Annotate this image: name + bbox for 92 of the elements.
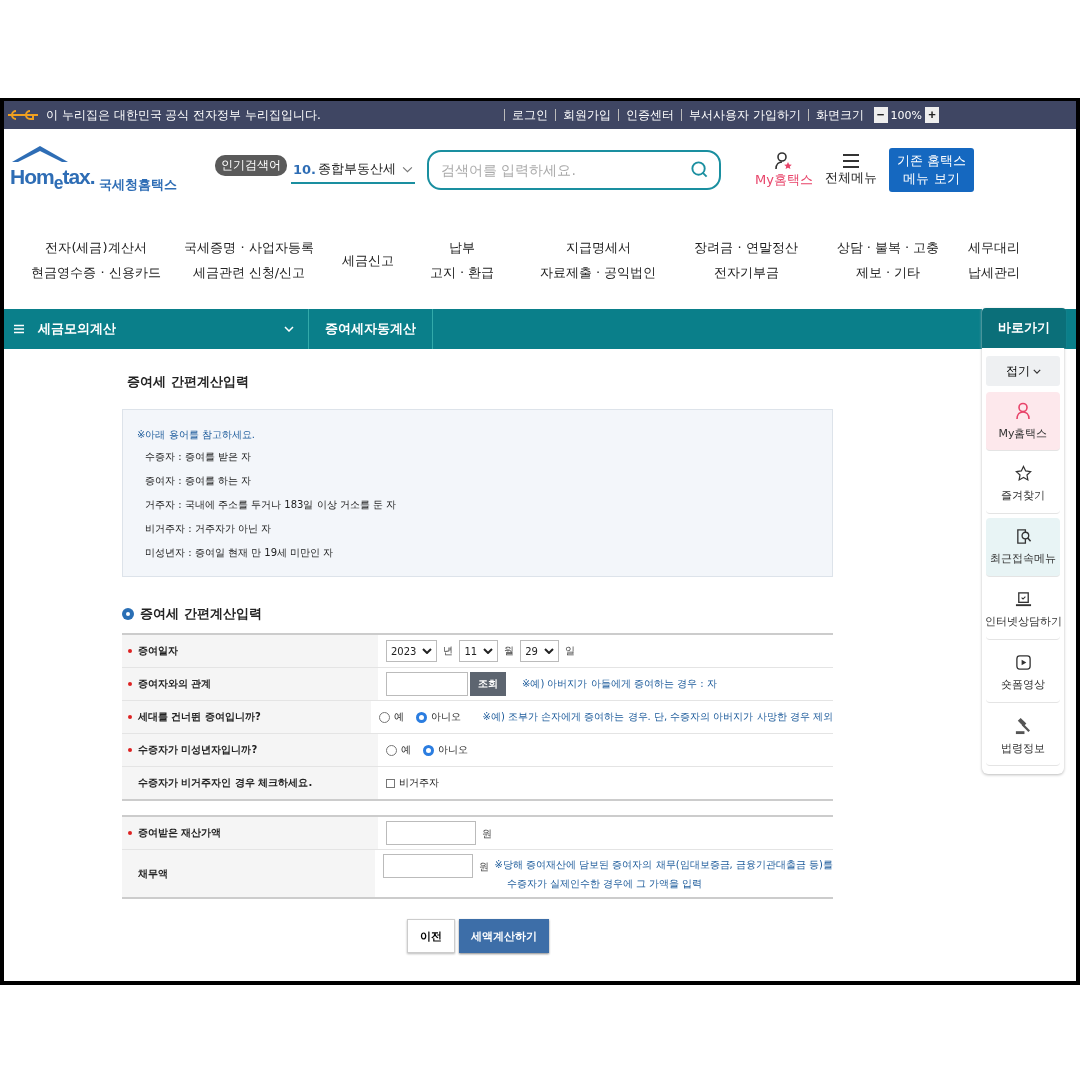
lookup-button[interactable]: 조회 (470, 672, 506, 696)
nonresident-checkbox[interactable]: 비거주자 (386, 776, 439, 790)
chevron-icon (422, 648, 433, 654)
nav-menu-item[interactable]: 세금신고 (326, 247, 410, 273)
logo-wordmark: Hom$_{e}$tax. (10, 163, 95, 195)
amount-input[interactable] (382, 854, 473, 878)
hint-text: ※예) 아버지가 아들에게 증여하는 경우 : 자 (522, 677, 717, 691)
chevron-icon (483, 648, 494, 654)
calculate-button[interactable]: 세액계산하기 (458, 919, 549, 953)
gavel-icon (1013, 716, 1033, 735)
logo-name: 국세청홈택스 (98, 176, 177, 194)
person-icon (1015, 401, 1031, 420)
quick-link[interactable]: 법령정보 (986, 707, 1060, 766)
form-label: 수증자가 미성년자입니까? (138, 743, 258, 757)
breadcrumb-current[interactable]: 증여세자동계산 (309, 309, 433, 349)
laptop-icon (1014, 591, 1032, 608)
menu-icon (14, 324, 24, 334)
unit-label: 일 (564, 644, 575, 658)
legacy-menu-button[interactable]: 기존 홈택스 메뉴 보기 (888, 148, 975, 192)
zoom-level: 100% (890, 108, 922, 122)
house-roof-icon (10, 144, 70, 164)
chevron-icon (402, 165, 413, 173)
top-link[interactable]: 로그인 (503, 109, 555, 121)
star-icon (1014, 465, 1032, 482)
play-icon (1014, 654, 1032, 671)
breadcrumb-menu[interactable]: 세금모의계산 (4, 309, 309, 349)
term-definition: 수증자 : 증여를 받은 자 (145, 450, 253, 464)
nav-menu-item[interactable]: 납부 고지 · 환급 (410, 235, 514, 285)
nav-menu-item[interactable]: 국세증명 · 사업자등록 세금관련 신청/신고 (172, 235, 326, 285)
section-title: 증여세 간편계산입력 (140, 605, 262, 623)
unit-label: 월 (504, 644, 515, 658)
day-select[interactable]: 29 (520, 640, 559, 662)
term-definition: 비거주자 : 거주자가 아닌 자 (145, 522, 273, 536)
top-link[interactable]: 회원가입 (554, 109, 618, 121)
document-search-icon (1014, 528, 1032, 545)
form-label: 증여자와의 관계 (138, 677, 212, 691)
hint-text: ※당해 증여재산에 담보된 증여자의 채무(임대보증금, 금융기관대출금 등)를 (494, 858, 833, 872)
term-definition: 증여자 : 증여를 하는 자 (145, 474, 253, 488)
zoom-out-button[interactable]: − (873, 107, 888, 123)
term-definition: 거주자 : 국내에 주소를 두거나 183일 이상 거소를 둔 자 (145, 498, 398, 512)
nav-menu-item[interactable]: 전자(세금)계산서 현금영수증 · 신용카드 (24, 235, 168, 285)
search-icon[interactable] (690, 160, 709, 179)
menu-icon (841, 153, 860, 169)
form-label: 채무액 (138, 866, 168, 881)
chevron-icon (284, 326, 294, 332)
form-label: 증여일자 (138, 644, 178, 658)
chevron-icon (543, 648, 554, 654)
popular-search-badge: 인기검색어 (215, 155, 287, 176)
page-title: 증여세 간편계산입력 (127, 373, 250, 391)
form-label: 세대를 건너뛴 증여입니까? (138, 710, 261, 724)
emblem-icon (8, 109, 38, 121)
radio-option[interactable]: 아니오 (415, 710, 461, 724)
quick-panel-title: 바로가기 (982, 308, 1066, 348)
term-definition: 미성년자 : 증여일 현재 만 19세 미만인 자 (145, 546, 335, 560)
radio-option[interactable]: 예 (386, 743, 411, 757)
month-select[interactable]: 11 (459, 640, 499, 662)
hint-text: 수증자가 실제인수한 경우에 그 가액을 입력 (505, 877, 704, 891)
quick-link[interactable]: 숏폼영상 (986, 644, 1060, 703)
all-menu-button[interactable]: 전체메뉴 (824, 153, 877, 187)
nav-menu-item[interactable]: 상담 · 불복 · 고충 제보 · 기타 (824, 235, 952, 285)
year-select[interactable]: 2023 (386, 640, 438, 662)
top-link[interactable]: 인증센터 (617, 109, 681, 121)
form-label: 증여받은 재산가액 (138, 826, 222, 840)
back-button[interactable]: 이전 (406, 919, 455, 953)
radio-option[interactable]: 아니오 (423, 743, 468, 757)
quick-link[interactable]: 즐겨찾기 (986, 455, 1060, 514)
quick-link[interactable]: 최근접속메뉴 (986, 518, 1060, 577)
quick-link[interactable]: 인터넷상담하기 (986, 581, 1060, 640)
quick-link[interactable]: My홈택스 (986, 392, 1060, 451)
unit-label: 원 (478, 860, 489, 874)
search-field[interactable]: 검색어를 입력하세요. (427, 150, 721, 190)
relation-input[interactable] (386, 672, 468, 696)
bullet-icon (122, 608, 134, 620)
form-label: 수증자가 비거주자인 경우 체크하세요. (138, 776, 313, 790)
zoom-in-button[interactable]: + (925, 107, 939, 123)
my-hometax-button[interactable]: My홈택스 (755, 151, 813, 189)
amount-input[interactable] (386, 821, 476, 845)
person-icon (773, 151, 794, 171)
chevron-icon (1032, 368, 1041, 374)
hint-text: ※예) 조부가 손자에게 증여하는 경우. 단, 수증자의 아버지가 사망한 경우 제외 (482, 710, 833, 724)
nav-menu-item[interactable]: 지급명세서 자료제출 · 공익법인 (526, 235, 670, 285)
unit-label: 년 (443, 644, 454, 658)
info-note: ※아래 용어를 참고하세요. (137, 428, 256, 442)
nav-menu-item[interactable]: 장려금 · 연말정산 전자기부금 (676, 235, 816, 285)
nav-menu-item[interactable]: 세무대리 납세관리 (952, 235, 1036, 285)
official-site-notice: 이 누리집은 대한민국 공식 전자정부 누리집입니다. (46, 106, 321, 124)
unit-label: 원 (482, 827, 492, 841)
top-link[interactable]: 화면크기 (807, 109, 871, 121)
fold-button[interactable]: 접기 (986, 356, 1060, 386)
radio-option[interactable]: 예 (378, 710, 404, 724)
popular-term-select[interactable]: 10.종합부동산세 (291, 156, 415, 184)
top-link[interactable]: 부서사용자 가입하기 (680, 109, 808, 121)
